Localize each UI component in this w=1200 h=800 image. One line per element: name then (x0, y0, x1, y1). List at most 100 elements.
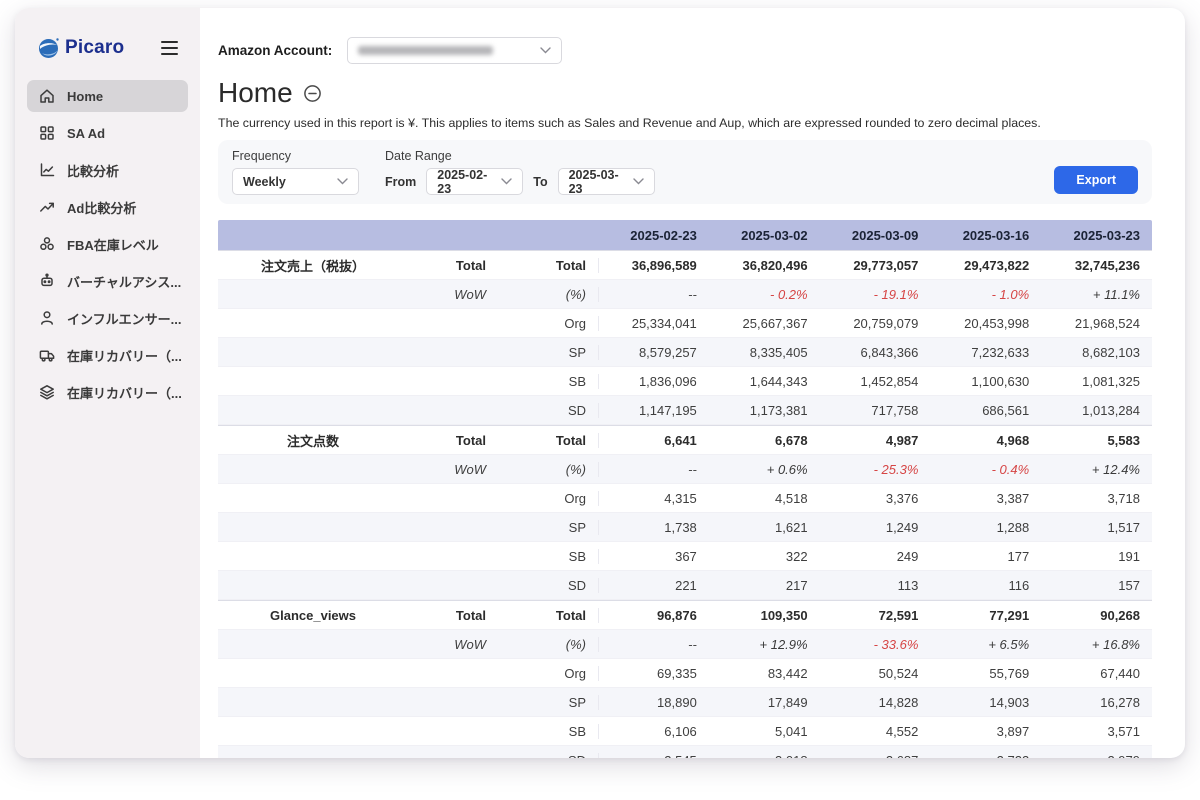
value-cell: 1,452,854 (820, 374, 931, 389)
chevron-down-icon (501, 178, 512, 185)
value-cell: - 25.3% (820, 462, 931, 477)
value-cell: 367 (598, 549, 709, 564)
value-cell: 1,147,195 (598, 403, 709, 418)
frequency-select[interactable]: Weekly (232, 168, 359, 195)
value-cell: 6,106 (598, 724, 709, 739)
layers-icon (38, 383, 56, 401)
sidebar-item-cluster[interactable]: FBA在庫レベル (27, 228, 188, 260)
value-cell: 25,667,367 (709, 316, 820, 331)
table-row: Org4,3154,5183,3763,3873,718 (218, 484, 1152, 513)
home-icon (38, 87, 56, 105)
logo-text: Picaro (65, 37, 124, 59)
redacted-account-name (358, 46, 493, 55)
value-cell: 157 (1041, 578, 1152, 593)
sidebar-item-chart[interactable]: 比較分析 (27, 154, 188, 186)
person-icon (38, 309, 56, 327)
filter-panel: Frequency Weekly Date Range From 2025-02… (218, 140, 1152, 204)
agg-level1-cell: WoW (408, 462, 498, 477)
sidebar-item-label: Ad比較分析 (67, 198, 136, 217)
currency-note: The currency used in this report is ¥. T… (218, 116, 1152, 130)
value-cell: 14,903 (930, 695, 1041, 710)
to-date-value: 2025-03-23 (569, 168, 625, 196)
table-row: SB6,1065,0414,5523,8973,571 (218, 717, 1152, 746)
agg-level2-cell: SD (498, 753, 598, 759)
sidebar-item-label: FBA在庫レベル (67, 235, 159, 254)
value-cell: 8,579,257 (598, 345, 709, 360)
value-cell: 3,376 (820, 491, 931, 506)
table-row: SD221217113116157 (218, 571, 1152, 600)
value-cell: 1,621 (709, 520, 820, 535)
header-date-cell: 2025-03-16 (930, 228, 1041, 243)
table-row: SP18,89017,84914,82814,90316,278 (218, 688, 1152, 717)
value-cell: 1,836,096 (598, 374, 709, 389)
value-cell: 69,335 (598, 666, 709, 681)
page-title: Home (218, 77, 293, 109)
value-cell: 8,335,405 (709, 345, 820, 360)
value-cell: 2,722 (930, 753, 1041, 759)
agg-level2-cell: SB (498, 549, 598, 564)
agg-level2-cell: (%) (498, 287, 598, 302)
table-row: 注文売上（税抜）TotalTotal36,896,58936,820,49629… (218, 250, 1152, 280)
value-cell: 4,315 (598, 491, 709, 506)
sidebar-item-home[interactable]: Home (27, 80, 188, 112)
hamburger-menu-icon[interactable] (157, 37, 182, 60)
value-cell: 4,968 (930, 433, 1041, 448)
export-button[interactable]: Export (1054, 166, 1138, 194)
chevron-down-icon (540, 47, 551, 54)
agg-level2-cell: (%) (498, 462, 598, 477)
agg-level2-cell: SD (498, 403, 598, 418)
sidebar-item-robot[interactable]: バーチャルアシス... (27, 265, 188, 297)
table-row: WoW(%)--- 0.2%- 19.1%- 1.0%+ 11.1% (218, 280, 1152, 309)
value-cell: 1,738 (598, 520, 709, 535)
table-header-row: 2025-02-232025-03-022025-03-092025-03-16… (218, 220, 1152, 250)
value-cell: 36,820,496 (709, 258, 820, 273)
robot-icon (38, 272, 56, 290)
picaro-logo[interactable]: Picaro (37, 36, 124, 60)
sidebar-item-layers[interactable]: 在庫リカバリー（... (27, 376, 188, 408)
value-cell: + 0.6% (709, 462, 820, 477)
agg-level2-cell: SP (498, 520, 598, 535)
table-row: SP1,7381,6211,2491,2881,517 (218, 513, 1152, 542)
main-content: Amazon Account: Home The currency used i… (200, 8, 1185, 758)
value-cell: - 19.1% (820, 287, 931, 302)
value-cell: + 12.4% (1041, 462, 1152, 477)
agg-level2-cell: SB (498, 724, 598, 739)
trend-icon (38, 198, 56, 216)
sidebar-item-trend[interactable]: Ad比較分析 (27, 191, 188, 223)
value-cell: 322 (709, 549, 820, 564)
value-cell: 16,278 (1041, 695, 1152, 710)
from-date-select[interactable]: 2025-02-23 (426, 168, 523, 195)
agg-level2-cell: SB (498, 374, 598, 389)
value-cell: 7,232,633 (930, 345, 1041, 360)
frequency-label: Frequency (232, 149, 359, 163)
agg-level2-cell: Org (498, 666, 598, 681)
table-row: Glance_viewsTotalTotal96,876109,35072,59… (218, 600, 1152, 630)
table-row: SB367322249177191 (218, 542, 1152, 571)
header-date-cell: 2025-03-23 (1041, 228, 1152, 243)
value-cell: 50,524 (820, 666, 931, 681)
header-date-cell: 2025-03-09 (820, 228, 931, 243)
value-cell: 2,979 (1041, 753, 1152, 759)
to-date-select[interactable]: 2025-03-23 (558, 168, 655, 195)
sidebar-item-truck[interactable]: 在庫リカバリー（... (27, 339, 188, 371)
value-cell: 109,350 (709, 608, 820, 623)
value-cell: 67,440 (1041, 666, 1152, 681)
table-row: Org69,33583,44250,52455,76967,440 (218, 659, 1152, 688)
value-cell: 29,473,822 (930, 258, 1041, 273)
chart-icon (38, 161, 56, 179)
sidebar-item-person[interactable]: インフルエンサー... (27, 302, 188, 334)
sidebar-header: Picaro (27, 34, 188, 62)
agg-level1-cell: WoW (408, 637, 498, 652)
title-row: Home (218, 77, 1152, 109)
amazon-account-select[interactable] (347, 37, 562, 64)
sidebar-item-grid[interactable]: SA Ad (27, 117, 188, 149)
value-cell: + 16.8% (1041, 637, 1152, 652)
chevron-down-icon (337, 178, 348, 185)
value-cell: 1,173,381 (709, 403, 820, 418)
to-label: To (533, 175, 547, 189)
value-cell: 25,334,041 (598, 316, 709, 331)
value-cell: 686,561 (930, 403, 1041, 418)
value-cell: 18,890 (598, 695, 709, 710)
minus-circle-icon[interactable] (303, 84, 322, 103)
header-date-cell: 2025-02-23 (598, 228, 709, 243)
